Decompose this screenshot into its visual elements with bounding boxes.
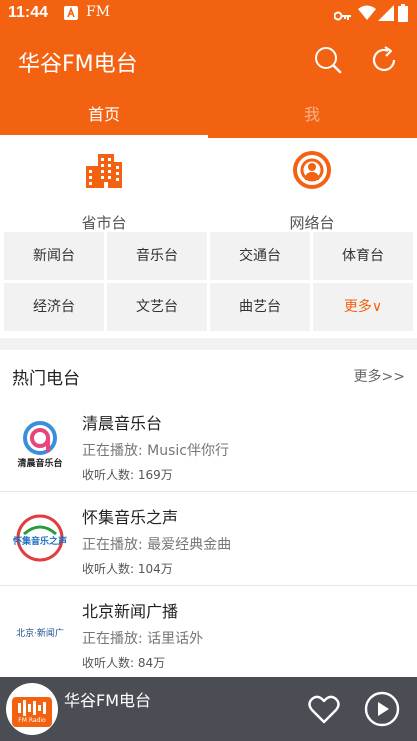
key-icon — [333, 7, 352, 26]
tab-home-label: 首页 — [87, 105, 120, 124]
app-bar: 华谷FM电台 — [0, 28, 417, 94]
station-logo: 北京·新闻广 — [10, 604, 70, 664]
genre-more[interactable]: 更多∨ — [313, 283, 413, 331]
podcast-icon — [292, 150, 332, 194]
app-title: 华谷FM电台 — [18, 52, 138, 77]
notification-a-icon — [64, 5, 78, 24]
category-provincial[interactable]: 省市台 — [0, 150, 208, 232]
status-bar: 11:44 FM — [0, 0, 417, 28]
station-item[interactable]: 怀集音乐之声 怀集音乐之声 正在播放: 最爱经典金曲 收听人数: 104万 — [0, 492, 417, 586]
genre-sports[interactable]: 体育台 — [313, 232, 413, 280]
hot-title: 热门电台 — [12, 369, 80, 389]
category-section: 省市台 网络台 — [0, 138, 417, 232]
player-title: 华谷FM电台 — [64, 691, 152, 710]
buildings-icon — [84, 152, 124, 192]
station-name: 清晨音乐台 — [82, 414, 163, 433]
tab-me-label: 我 — [303, 105, 320, 124]
genre-news[interactable]: 新闻台 — [4, 232, 104, 280]
station-listeners: 收听人数: 104万 — [82, 562, 173, 576]
station-logo-text: 怀集音乐之声 — [12, 537, 67, 547]
station-name: 怀集音乐之声 — [82, 508, 179, 527]
tab-me[interactable]: 我 — [208, 94, 416, 138]
wifi-icon — [358, 5, 376, 25]
genre-music[interactable]: 音乐台 — [107, 232, 207, 280]
category-network[interactable]: 网络台 — [208, 150, 416, 232]
station-now-playing: 正在播放: Music伴你行 — [82, 443, 229, 459]
genre-economy[interactable]: 经济台 — [4, 283, 104, 331]
section-divider — [0, 338, 417, 350]
station-now-playing: 正在播放: 话里话外 — [82, 631, 204, 647]
mini-player[interactable]: FM Radio 华谷FM电台 — [0, 677, 417, 741]
genre-arts[interactable]: 文艺台 — [107, 283, 207, 331]
station-logo-text: 清晨音乐台 — [17, 459, 63, 469]
status-fm-text: FM — [86, 4, 111, 20]
status-time: 11:44 — [8, 4, 49, 21]
search-icon[interactable] — [312, 44, 344, 76]
station-listeners: 收听人数: 84万 — [82, 656, 166, 670]
refresh-icon[interactable] — [368, 44, 400, 76]
station-now-playing: 正在播放: 最爱经典金曲 — [82, 537, 232, 553]
player-artwork: FM Radio — [6, 683, 58, 735]
tab-home[interactable]: 首页 — [0, 94, 208, 138]
app-root: 11:44 FM 华谷FM电台 首页 我 省市台 网络台 新闻台 音乐台 交通台… — [0, 0, 417, 741]
signal-icon — [378, 5, 394, 25]
hot-more-link[interactable]: 更多>> — [354, 366, 405, 386]
battery-icon — [398, 4, 408, 26]
station-logo: 清晨音乐台 — [10, 416, 70, 476]
hot-header: 热门电台 更多>> — [0, 350, 417, 398]
play-icon[interactable] — [364, 691, 400, 727]
favorite-heart-icon[interactable] — [306, 691, 342, 727]
station-listeners: 收听人数: 169万 — [82, 468, 173, 482]
station-logo: 怀集音乐之声 — [10, 510, 70, 570]
station-item[interactable]: 清晨音乐台 清晨音乐台 正在播放: Music伴你行 收听人数: 169万 — [0, 398, 417, 492]
genre-grid: 新闻台 音乐台 交通台 体育台 经济台 文艺台 曲艺台 更多∨ — [0, 230, 417, 336]
genre-traffic[interactable]: 交通台 — [210, 232, 310, 280]
station-name: 北京新闻广播 — [82, 602, 179, 621]
tab-bar: 首页 我 — [0, 94, 417, 138]
station-logo-text: 北京·新闻广 — [16, 629, 64, 639]
genre-opera[interactable]: 曲艺台 — [210, 283, 310, 331]
station-item[interactable]: 北京·新闻广 北京新闻广播 正在播放: 话里话外 收听人数: 84万 — [0, 586, 417, 680]
player-artwork-text: FM Radio — [18, 717, 46, 724]
